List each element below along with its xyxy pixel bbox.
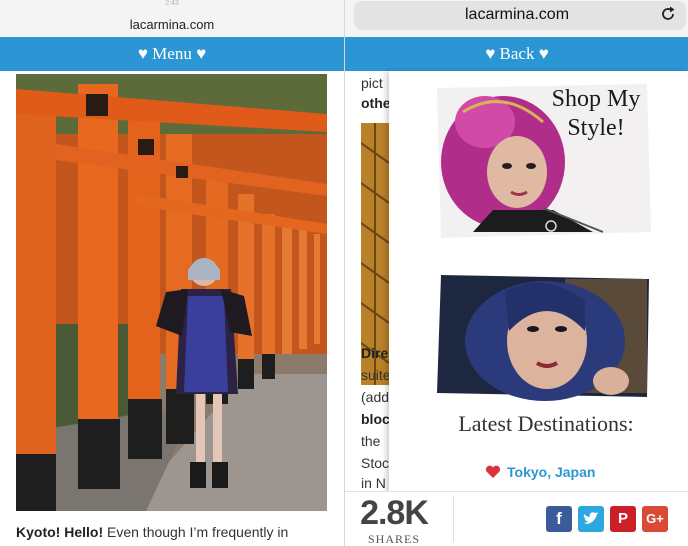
destination-label[interactable]: Tokyo, Japan (507, 464, 595, 480)
heart-icon (485, 465, 501, 478)
address-url[interactable]: lacarmina.com (0, 17, 344, 32)
reload-icon[interactable] (658, 4, 678, 24)
article-fragment: Stoc (361, 455, 389, 471)
left-phone-screen: 2:43 lacarmina.com ♥ Menu ♥ Kyoto! Hello… (0, 0, 344, 546)
pinterest-icon[interactable]: P (610, 506, 636, 532)
address-url[interactable]: lacarmina.com (345, 6, 688, 24)
twitter-icon[interactable] (578, 506, 604, 532)
article-fragment: bloc (361, 411, 389, 427)
latest-destinations-heading: Latest Destinations: (458, 411, 634, 436)
article-fragment: the (361, 433, 381, 449)
intro-body: Even though I’m frequently in (103, 524, 289, 540)
article-fragment: in N (361, 475, 386, 491)
destination-link[interactable]: Tokyo, Japan (485, 464, 645, 480)
right-phone-screen: lacarmina.com ♥ Back ♥ pict othe Dire su… (344, 0, 688, 546)
intro-bold: Kyoto! Hello! (16, 524, 104, 540)
article-column: pict othe Dire suite (add bloc the Stoc … (361, 71, 389, 491)
article-fragment: suite (361, 367, 389, 383)
article-fragment: pict (361, 75, 383, 91)
back-button[interactable]: ♥ Back ♥ (345, 37, 688, 71)
facebook-icon[interactable]: f (546, 506, 572, 532)
latest-destinations-photo[interactable] (435, 271, 653, 401)
share-count: 2.8K (360, 494, 429, 532)
shares-label: SHARES (367, 532, 420, 546)
google-plus-icon[interactable]: G+ (642, 506, 668, 532)
share-divider (453, 496, 454, 542)
article-fragment: Dire (361, 345, 389, 361)
menu-button[interactable]: ♥ Menu ♥ (0, 37, 344, 71)
status-time: 2:43 (165, 0, 179, 7)
article-fragment: othe (361, 95, 389, 111)
article-fragment: (add (361, 389, 389, 405)
article-intro-text: Kyoto! Hello! Even though I’m frequently… (16, 524, 336, 540)
article-photo (16, 74, 327, 511)
shop-my-style-text[interactable]: Shop My Style! (541, 85, 651, 143)
